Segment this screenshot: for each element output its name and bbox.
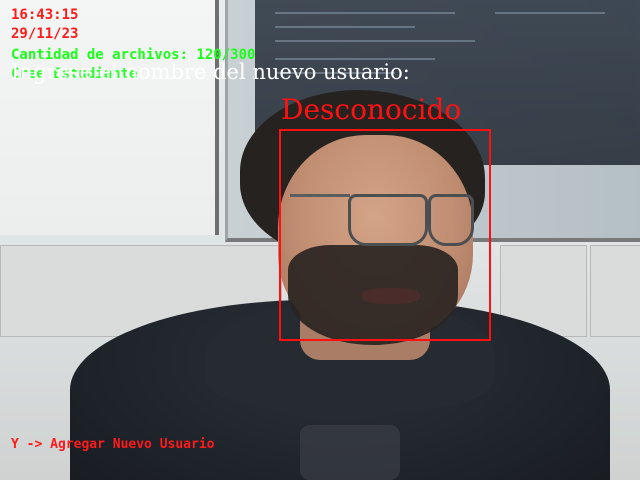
clock-date: 29/11/23 [11,26,79,42]
face-detection-box [279,129,491,341]
add-user-key-hint: Y -> Agregar Nuevo Usuario [11,437,215,452]
face-identity-label: Desconocido [281,93,462,126]
person-shirt-print [300,425,400,480]
projected-text-line [275,12,455,14]
wall-panel [590,245,640,337]
projected-text-line [275,26,415,28]
new-user-name-prompt: Ingrese el nombre del nuevo usuario: [11,60,410,84]
projected-text-line [495,12,605,14]
clock-time: 16:43:15 [11,7,79,23]
projected-text-line [275,40,475,42]
